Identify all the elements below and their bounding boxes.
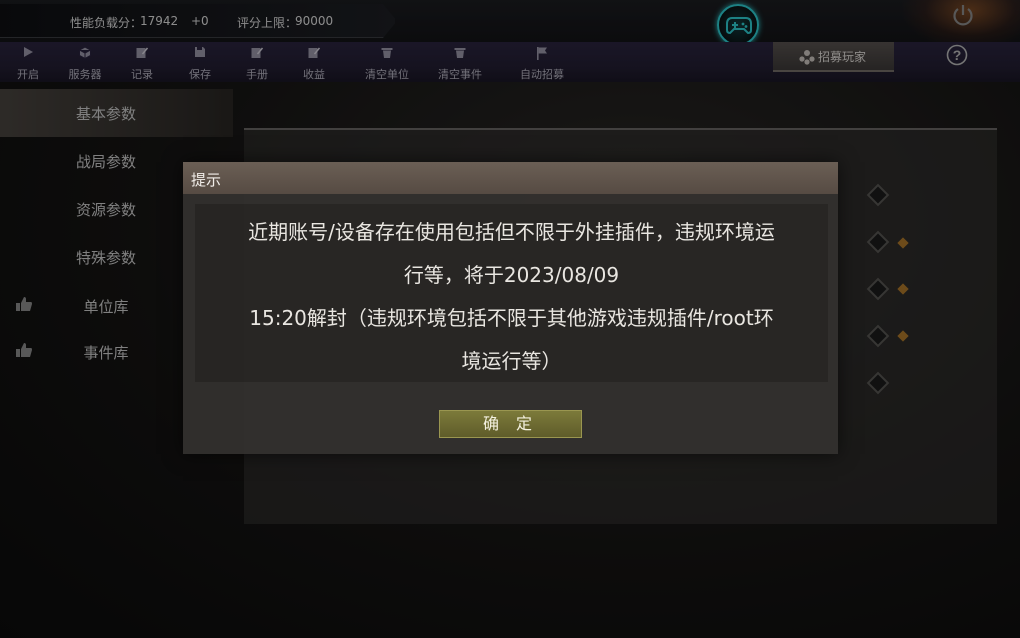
message-line: 行等，将于2023/08/09 <box>403 263 620 287</box>
message-line: 15:20解封（违规环境包括不限于其他游戏违规插件/root环 <box>249 306 774 330</box>
dialog-message: 近期账号/设备存在使用包括但不限于外挂插件，违规环境运 行等，将于2023/08… <box>195 204 828 382</box>
dialog-header: 提示 <box>183 162 838 194</box>
notice-dialog: 提示 近期账号/设备存在使用包括但不限于外挂插件，违规环境运 行等，将于2023… <box>183 162 838 454</box>
message-line: 境运行等） <box>461 349 562 373</box>
confirm-button[interactable]: 确 定 <box>439 410 582 438</box>
dialog-title: 提示 <box>191 171 222 189</box>
message-line: 近期账号/设备存在使用包括但不限于外挂插件，违规环境运 <box>248 220 775 244</box>
